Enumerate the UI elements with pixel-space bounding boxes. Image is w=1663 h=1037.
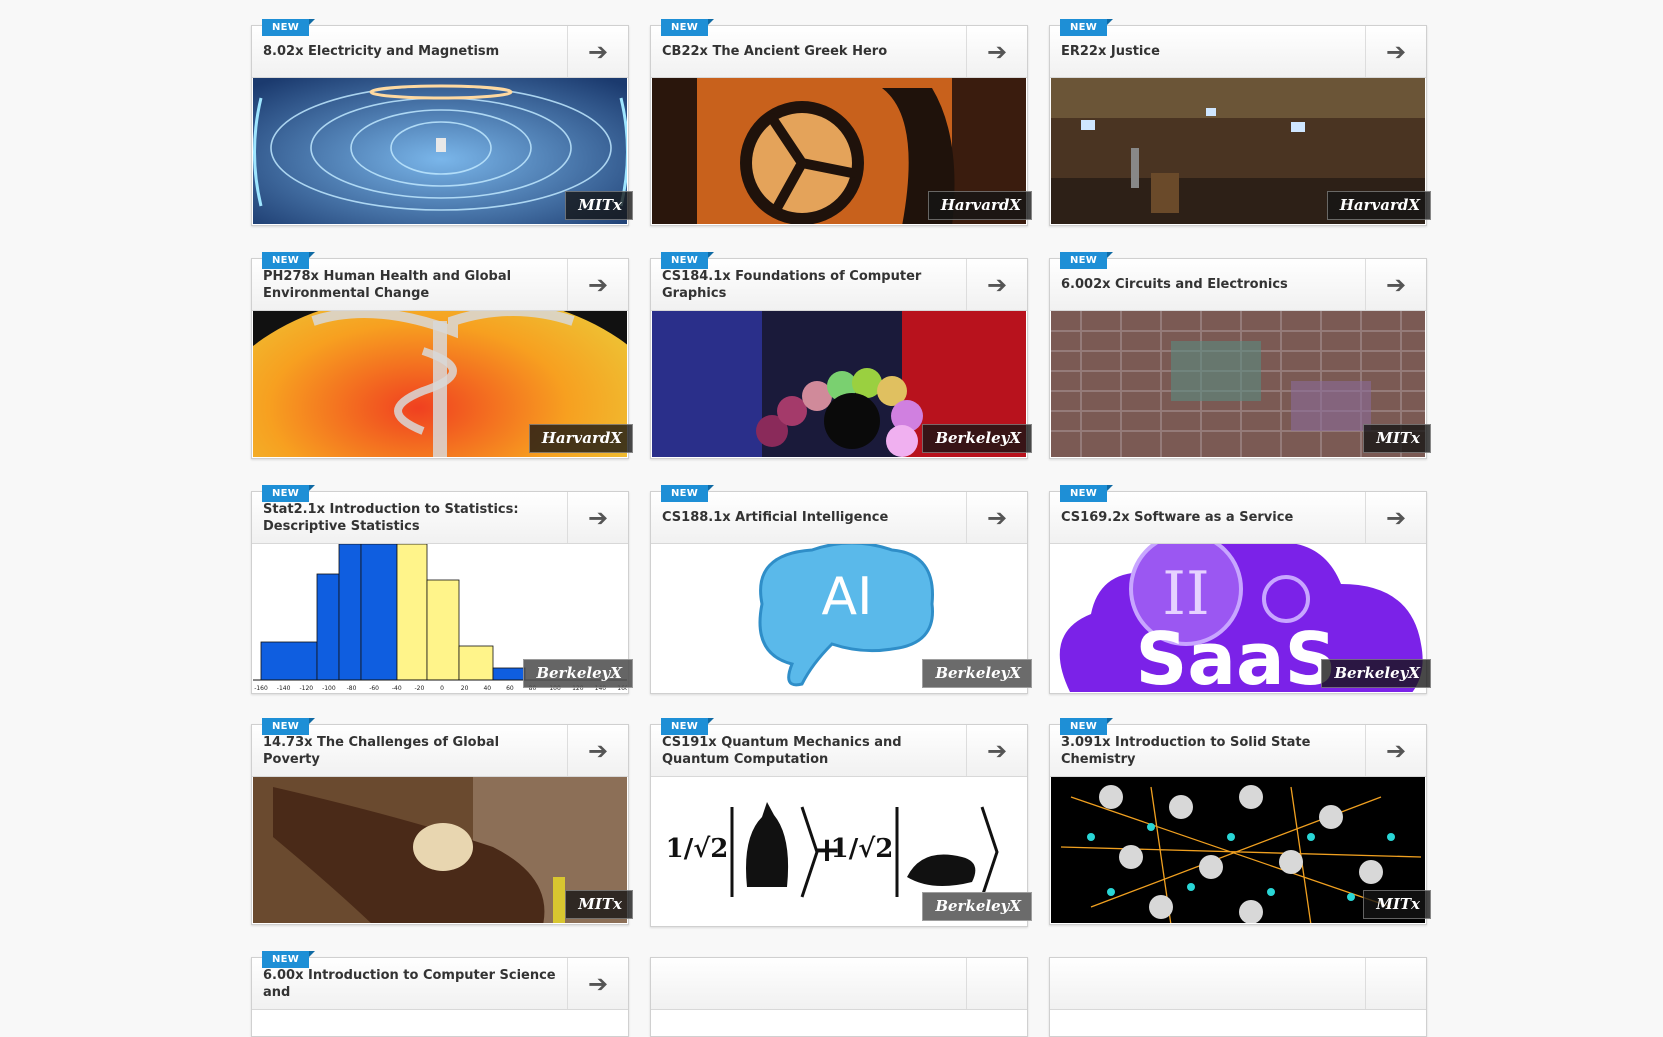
course-card[interactable]: NEW CS188.1x Artificial Intelligence ➔ A… <box>650 485 1032 694</box>
course-card[interactable]: NEW 6.002x Circuits and Electronics ➔ MI… <box>1049 252 1431 459</box>
axis-tick-label: -40 <box>392 685 402 692</box>
new-badge: NEW <box>262 485 316 502</box>
course-card[interactable]: NEW 3.091x Introduction to Solid State C… <box>1049 718 1431 925</box>
course-card[interactable]: NEW PH278x Human Health and Global Envir… <box>251 252 633 459</box>
arrow-right-icon[interactable]: ➔ <box>567 958 628 1009</box>
axis-tick-label: 60 <box>506 685 514 692</box>
new-badge: NEW <box>262 718 316 735</box>
arrow-right-icon[interactable]: ➔ <box>1365 492 1426 543</box>
axis-tick-label: -60 <box>369 685 379 692</box>
course-card[interactable]: NEW 6.00x Introduction to Computer Scien… <box>251 951 629 1037</box>
arrow-right-icon[interactable] <box>1365 958 1426 1009</box>
arrow-right-icon[interactable]: ➔ <box>966 492 1027 543</box>
course-title[interactable] <box>662 958 955 1009</box>
arrow-right-icon[interactable]: ➔ <box>966 26 1027 77</box>
arrow-right-icon[interactable]: ➔ <box>567 259 628 310</box>
course-card[interactable]: NEW CB22x The Ancient Greek Hero ➔ Harva… <box>650 19 1032 226</box>
new-badge: NEW <box>661 252 715 269</box>
school-tag: MITx <box>1363 424 1431 453</box>
course-card[interactable]: NEW CS191x Quantum Mechanics and Quantum… <box>650 718 1032 927</box>
school-tag: BerkeleyX <box>922 659 1032 688</box>
school-tag: HarvardX <box>1326 191 1431 220</box>
school-tag: HarvardX <box>528 424 633 453</box>
new-badge: NEW <box>1060 718 1114 735</box>
axis-tick-label: 40 <box>483 685 491 692</box>
axis-tick-label: 20 <box>461 685 469 692</box>
card-header <box>651 958 1027 1010</box>
arrow-right-icon[interactable] <box>966 958 1027 1009</box>
school-tag: BerkeleyX <box>922 892 1032 921</box>
new-badge: NEW <box>1060 19 1114 36</box>
axis-tick-label: 0 <box>440 685 444 692</box>
new-badge: NEW <box>262 19 316 36</box>
new-badge: NEW <box>262 951 316 968</box>
course-card[interactable]: NEW CS169.2x Software as a Service ➔ II … <box>1049 485 1431 694</box>
course-card[interactable]: NEW Stat2.1x Introduction to Statistics:… <box>251 485 633 694</box>
school-tag: HarvardX <box>927 191 1032 220</box>
course-card[interactable] <box>650 957 1028 1037</box>
arrow-right-icon[interactable]: ➔ <box>567 492 628 543</box>
course-card[interactable]: NEW CS184.1x Foundations of Computer Gra… <box>650 252 1032 459</box>
new-badge: NEW <box>1060 485 1114 502</box>
arrow-right-icon[interactable]: ➔ <box>567 725 628 776</box>
axis-tick-label: -140 <box>277 685 291 692</box>
school-tag: BerkeleyX <box>523 659 633 688</box>
arrow-right-icon[interactable]: ➔ <box>1365 725 1426 776</box>
quantum-fraction-left: 1/√2 <box>666 834 729 864</box>
course-card[interactable] <box>1049 957 1427 1037</box>
arrow-right-icon[interactable]: ➔ <box>966 725 1027 776</box>
axis-tick-label: -20 <box>414 685 424 692</box>
arrow-right-icon[interactable]: ➔ <box>966 259 1027 310</box>
arrow-right-icon[interactable]: ➔ <box>1365 259 1426 310</box>
school-tag: MITx <box>565 191 633 220</box>
school-tag: MITx <box>1363 890 1431 919</box>
axis-tick-label: -80 <box>347 685 357 692</box>
card-header <box>1050 958 1426 1010</box>
quantum-fraction-right: 1/√2 <box>831 834 894 864</box>
arrow-right-icon[interactable]: ➔ <box>567 26 628 77</box>
axis-tick-label: -160 <box>254 685 268 692</box>
ai-text: AI <box>822 567 873 627</box>
course-card[interactable]: NEW 8.02x Electricity and Magnetism ➔ MI… <box>251 19 633 226</box>
new-badge: NEW <box>661 485 715 502</box>
school-tag: MITx <box>565 890 633 919</box>
arrow-right-icon[interactable]: ➔ <box>1365 26 1426 77</box>
school-tag: BerkeleyX <box>1321 659 1431 688</box>
new-badge: NEW <box>661 19 715 36</box>
school-tag: BerkeleyX <box>922 424 1032 453</box>
course-title[interactable] <box>1061 958 1354 1009</box>
new-badge: NEW <box>661 718 715 735</box>
course-card[interactable]: NEW 14.73x The Challenges of Global Pove… <box>251 718 633 925</box>
new-badge: NEW <box>1060 252 1114 269</box>
axis-tick-label: -120 <box>299 685 313 692</box>
new-badge: NEW <box>262 252 316 269</box>
saas-text: SaaS <box>1136 617 1337 692</box>
axis-tick-label: -100 <box>322 685 336 692</box>
course-card[interactable]: NEW ER22x Justice ➔ HarvardX <box>1049 19 1431 226</box>
